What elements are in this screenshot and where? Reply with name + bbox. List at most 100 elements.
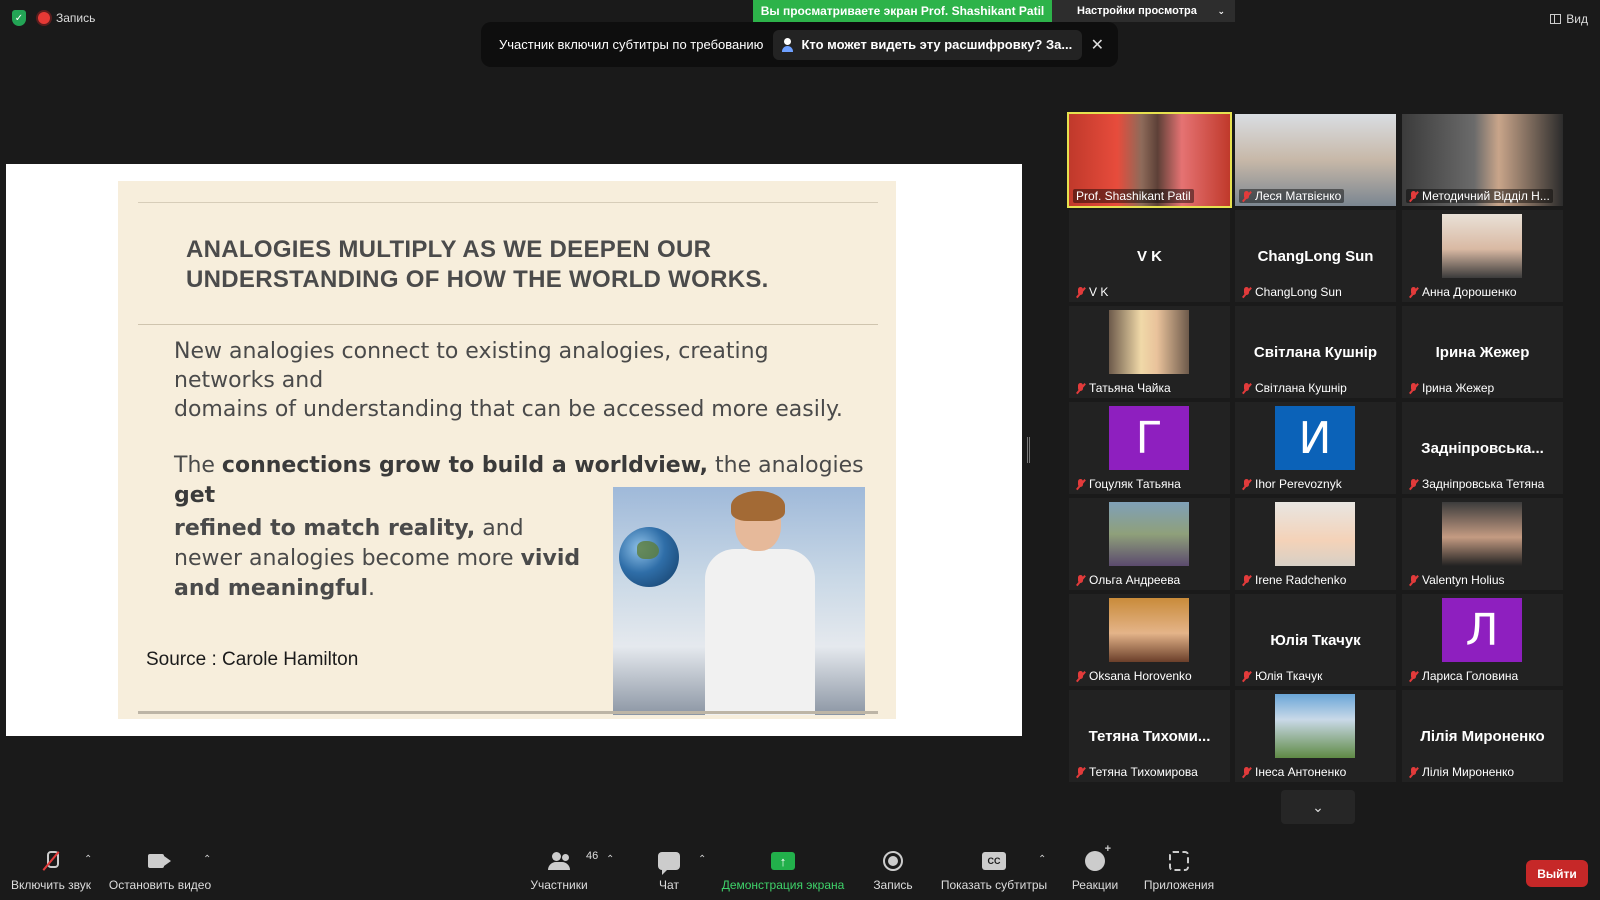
participant-tile[interactable]: Л Лариса Головина: [1402, 594, 1563, 686]
divider: [138, 202, 878, 203]
participant-tile[interactable]: Oksana Horovenko: [1069, 594, 1230, 686]
meeting-status: ✓ Запись: [12, 10, 95, 26]
participants-count: 46: [586, 850, 599, 862]
microphone-muted-icon: [1242, 766, 1251, 778]
presentation-slide: ANALOGIES MULTIPLY AS WE DEEPEN OUR UNDE…: [118, 181, 896, 719]
participant-tile[interactable]: Задніпровська... Задніпровська Тетяна: [1402, 402, 1563, 494]
participant-tile[interactable]: Світлана Кушнір Світлана Кушнір: [1235, 306, 1396, 398]
recording-indicator[interactable]: Запись: [38, 11, 95, 25]
resize-handle[interactable]: [1027, 437, 1030, 463]
participant-tile[interactable]: Татьяна Чайка: [1069, 306, 1230, 398]
chat-caret-icon[interactable]: ⌃: [698, 854, 706, 865]
participant-name: Oksana Horovenko: [1089, 669, 1192, 683]
globe-image: [619, 527, 679, 587]
unmute-button[interactable]: Включить звук: [8, 846, 94, 900]
participant-initial-avatar: Г: [1109, 406, 1189, 470]
participant-name-label: Інеса Антоненко: [1239, 765, 1349, 779]
apps-button[interactable]: Приложения: [1142, 846, 1216, 900]
microphone-muted-icon: [1409, 286, 1418, 298]
meeting-toolbar: Включить звук ⌃ Остановить видео ⌃ 46 Уч…: [0, 843, 1600, 900]
chevron-down-icon: ⌄: [1217, 5, 1225, 16]
show-captions-label: Показать субтитры: [940, 878, 1048, 892]
viewing-banner: Вы просматриваете экран Prof. Shashikant…: [753, 0, 1052, 22]
slide-source: Source : Carole Hamilton: [146, 649, 359, 670]
participant-name-label: Світлана Кушнір: [1239, 381, 1350, 395]
participant-tile[interactable]: Леся Матвієнко: [1235, 114, 1396, 206]
shared-screen: ANALOGIES MULTIPLY AS WE DEEPEN OUR UNDE…: [6, 164, 1022, 736]
participant-tile[interactable]: Лілія Мироненко Лілія Мироненко: [1402, 690, 1563, 782]
participant-photo: [1275, 694, 1355, 758]
camera-icon: [148, 853, 172, 869]
participant-name-label: Ольга Андреева: [1073, 573, 1183, 587]
participant-photo: [1442, 214, 1522, 278]
participant-tile[interactable]: Ольга Андреева: [1069, 498, 1230, 590]
participant-tile[interactable]: Інеса Антоненко: [1235, 690, 1396, 782]
participant-tile[interactable]: Юлія Ткачук Юлія Ткачук: [1235, 594, 1396, 686]
participant-tile[interactable]: Valentyn Holius: [1402, 498, 1563, 590]
close-icon[interactable]: ✕: [1091, 35, 1104, 55]
show-captions-button[interactable]: CC Показать субтитры: [940, 846, 1048, 900]
microphone-muted-icon: [44, 851, 59, 871]
reactions-button[interactable]: Реакции: [1068, 843, 1122, 900]
participant-photo: [1442, 502, 1522, 566]
slide-emphasis: connections grow to build a worldview,: [221, 453, 708, 478]
divider: [138, 324, 878, 325]
slide-paragraph-3: refined to match reality, and newer anal…: [174, 514, 594, 604]
leave-button[interactable]: Выйти: [1526, 860, 1588, 887]
microphone-muted-icon: [1409, 382, 1418, 394]
participant-name-label: Oksana Horovenko: [1073, 669, 1195, 683]
record-button[interactable]: Запись: [870, 846, 916, 900]
participant-name: Лариса Головина: [1422, 669, 1519, 683]
gallery-next-page-button[interactable]: ⌄: [1281, 790, 1355, 824]
person-icon: [781, 37, 795, 52]
participant-name-label: Irene Radchenko: [1239, 573, 1349, 587]
participant-tile[interactable]: Г Гоцуляк Татьяна: [1069, 402, 1230, 494]
participant-tile[interactable]: ChangLong Sun ChangLong Sun: [1235, 210, 1396, 302]
stop-video-button[interactable]: Остановить видео: [108, 846, 212, 900]
participant-tile[interactable]: Prof. Shashikant Patil: [1067, 112, 1232, 208]
participant-display-name: ChangLong Sun: [1257, 248, 1374, 265]
participant-name-label: Лілія Мироненко: [1406, 765, 1517, 779]
participants-caret-icon[interactable]: ⌃: [606, 854, 614, 865]
participant-name: Тетяна Тихомирова: [1089, 765, 1198, 779]
who-can-see-button[interactable]: Кто может видеть эту расшифровку? За...: [773, 29, 1083, 60]
participant-tile[interactable]: Тетяна Тихоми... Тетяна Тихомирова: [1069, 690, 1230, 782]
apps-icon: [1169, 851, 1189, 871]
participant-tile[interactable]: И Ihor Perevoznyk: [1235, 402, 1396, 494]
participant-tile[interactable]: Ірина Жежер Ірина Жежер: [1402, 306, 1563, 398]
participant-name-label: V K: [1073, 285, 1111, 299]
participant-tile[interactable]: Методичний Відділ Н...: [1402, 114, 1563, 206]
slide-text: domains of understanding that can be acc…: [174, 397, 843, 422]
participant-tile[interactable]: Irene Radchenko: [1235, 498, 1396, 590]
divider: [138, 711, 878, 714]
participant-name-label: Гоцуляк Татьяна: [1073, 477, 1184, 491]
participant-display-name: Тетяна Тихоми...: [1088, 728, 1211, 745]
chat-button[interactable]: Чат: [648, 846, 690, 900]
slide-emphasis: get: [174, 483, 216, 508]
participant-name-label: ChangLong Sun: [1239, 285, 1345, 299]
slide-image: [613, 487, 865, 715]
video-options-caret-icon[interactable]: ⌃: [203, 854, 211, 865]
microphone-muted-icon: [1076, 286, 1085, 298]
microphone-muted-icon: [1242, 574, 1251, 586]
share-screen-icon: ↑: [771, 852, 795, 870]
participant-tile[interactable]: V K V K: [1069, 210, 1230, 302]
captions-caret-icon[interactable]: ⌃: [1038, 854, 1046, 865]
microphone-muted-icon: [1242, 382, 1251, 394]
microphone-muted-icon: [1076, 766, 1085, 778]
view-label: Вид: [1566, 12, 1588, 26]
captions-notification: Участник включил субтитры по требованию …: [481, 22, 1118, 67]
audio-options-caret-icon[interactable]: ⌃: [84, 854, 92, 865]
participant-photo: [1109, 310, 1189, 374]
shield-icon[interactable]: ✓: [12, 10, 26, 26]
participant-name: Prof. Shashikant Patil: [1076, 189, 1191, 203]
participant-name-label: Valentyn Holius: [1406, 573, 1508, 587]
view-options-button[interactable]: Настройки просмотра ⌄: [1052, 0, 1235, 22]
participants-button[interactable]: 46 Участники: [527, 846, 598, 900]
participant-name: Гоцуляк Татьяна: [1089, 477, 1181, 491]
participant-tile[interactable]: Анна Дорошенко: [1402, 210, 1563, 302]
share-screen-button[interactable]: ↑ Демонстрация экрана: [720, 846, 846, 900]
view-button[interactable]: Вид: [1550, 12, 1588, 26]
participant-photo: [1109, 598, 1189, 662]
slide-text: .: [368, 576, 375, 601]
